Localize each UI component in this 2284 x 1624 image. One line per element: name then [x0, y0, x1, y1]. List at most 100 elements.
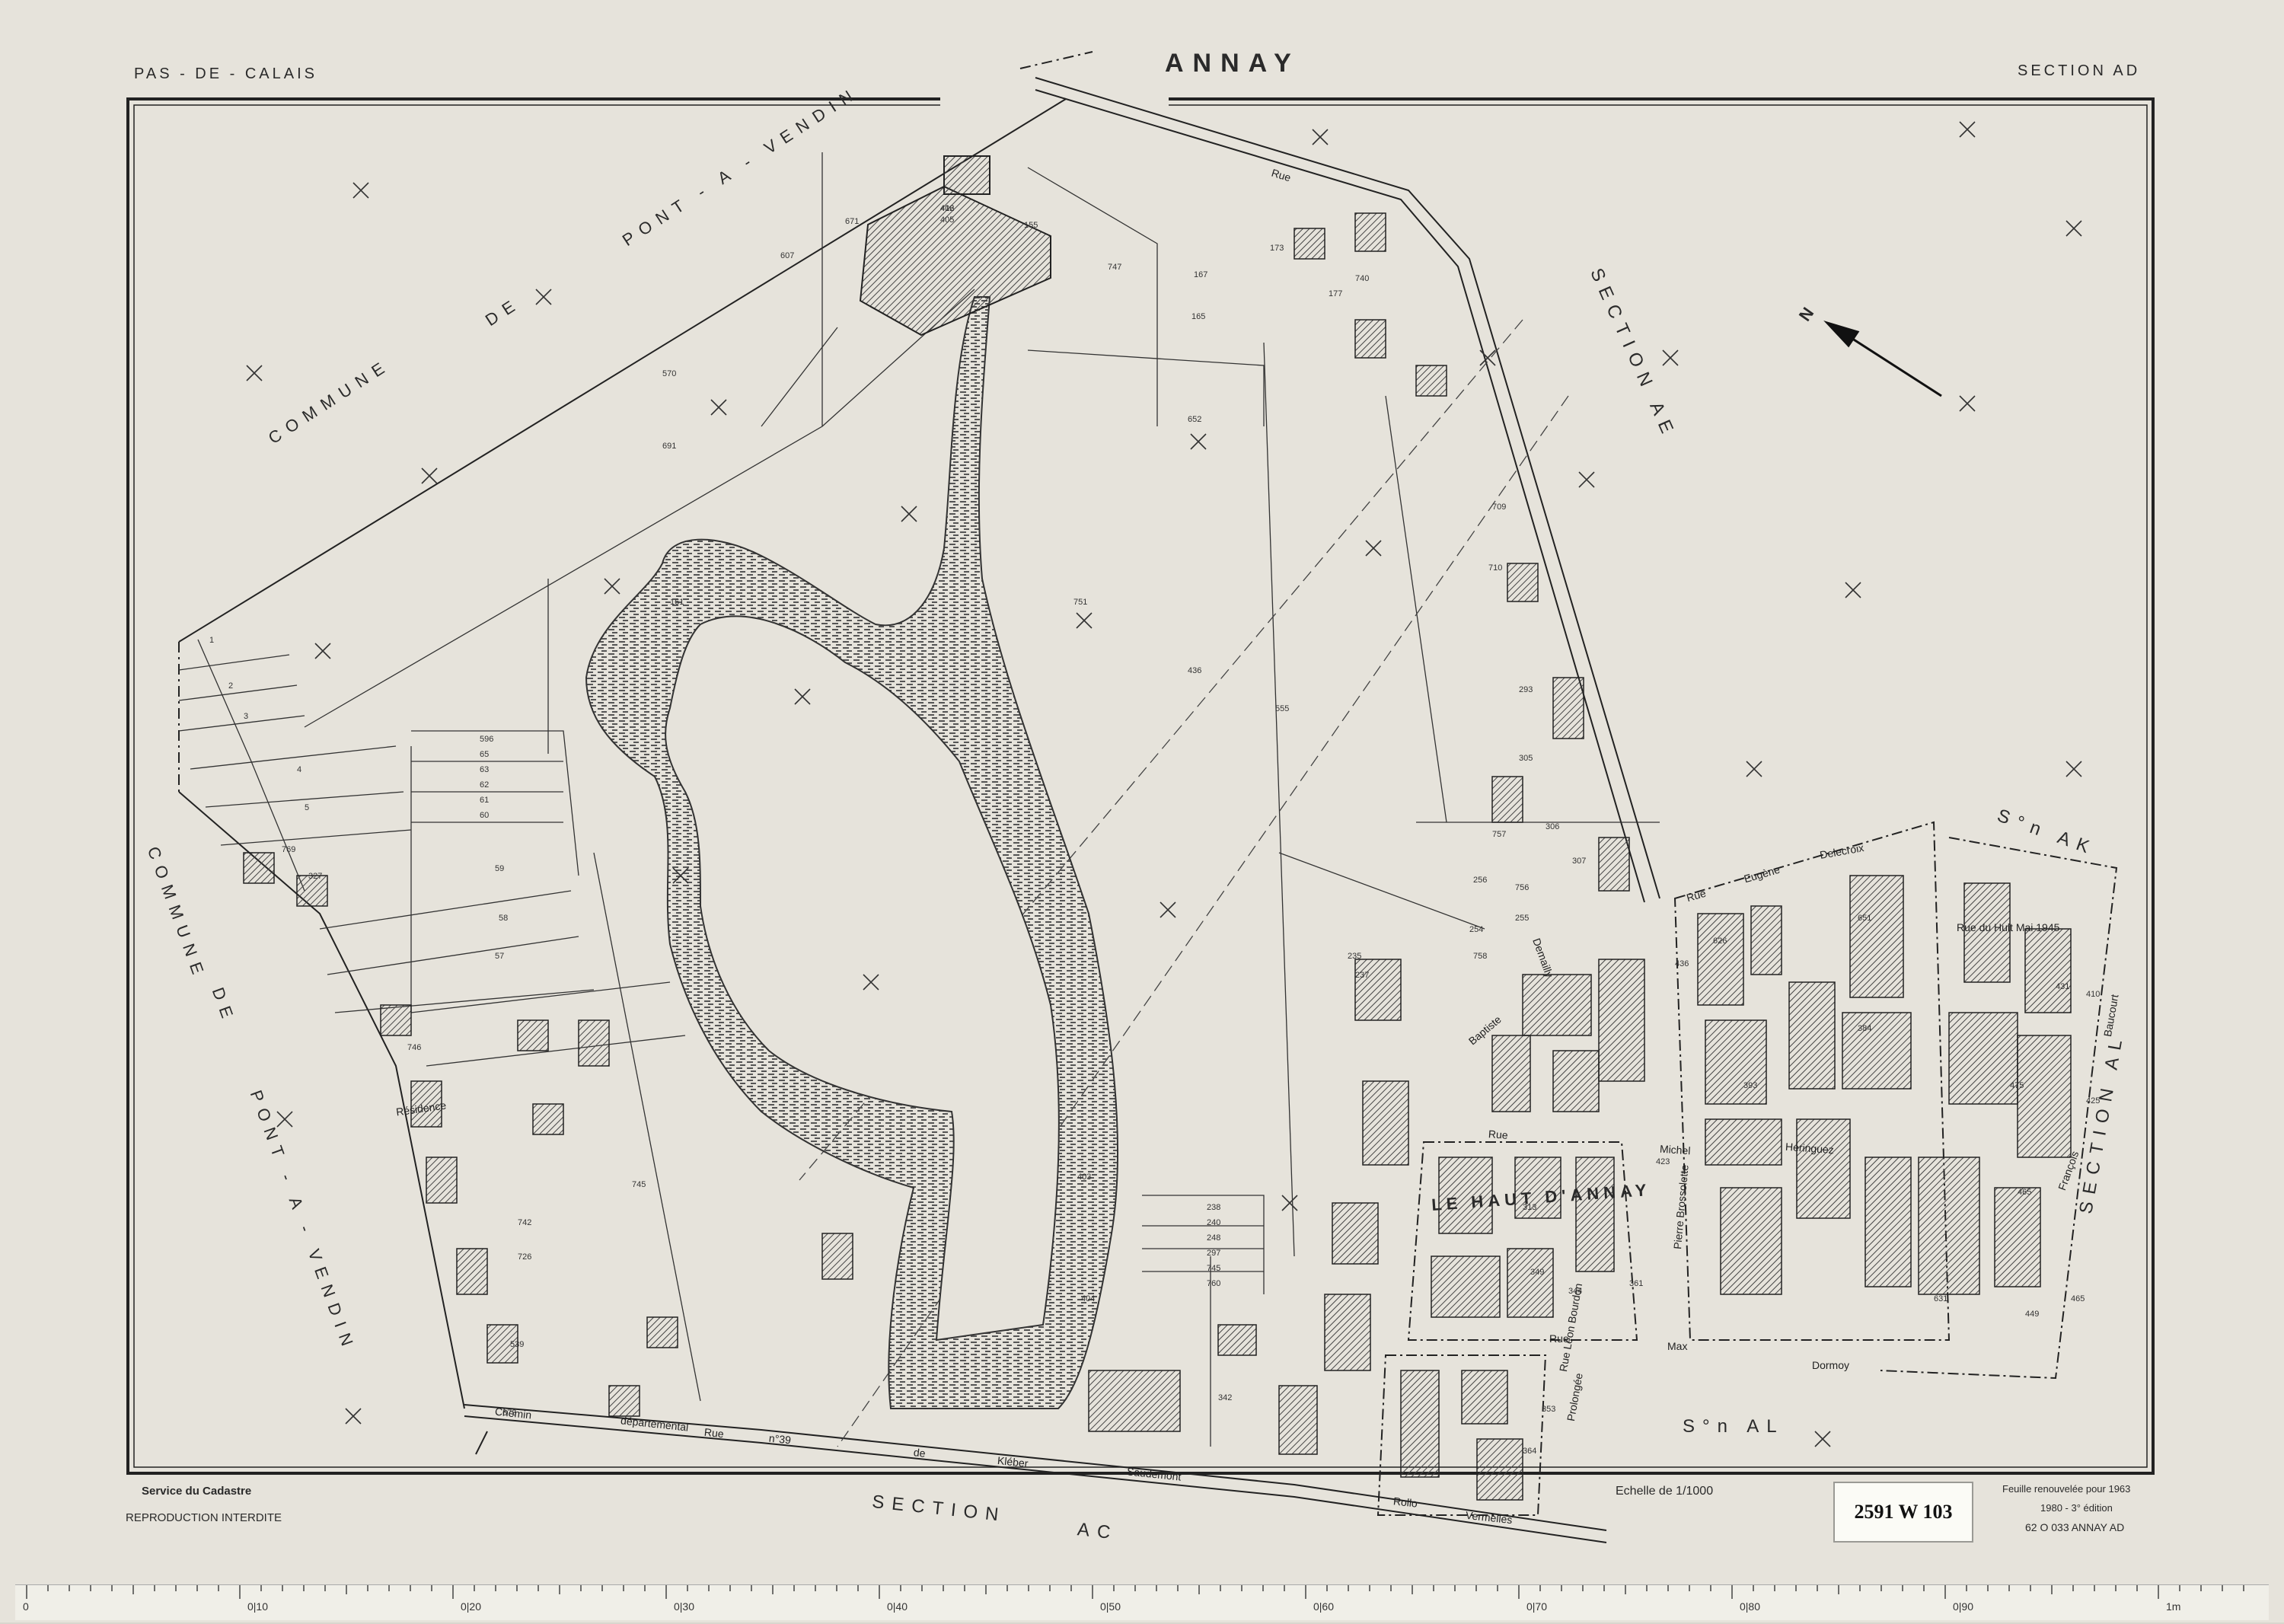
- parcel-number: 745: [632, 1180, 646, 1189]
- parcel-number: 652: [1188, 415, 1202, 424]
- parcel-number: 57: [495, 952, 505, 961]
- parcel-number: 62: [480, 780, 490, 790]
- ruler-label: 0|70: [1526, 1600, 1547, 1613]
- parcel-number: 745: [1207, 1264, 1221, 1273]
- street-rollo: Rollo: [1392, 1495, 1418, 1510]
- parcel-number: 403: [1077, 1173, 1092, 1182]
- parcel-number: 431: [2056, 982, 2070, 991]
- parcel-number: 596: [480, 735, 494, 744]
- parcel-number: 237: [1355, 971, 1370, 980]
- street-michel: Michel: [1659, 1142, 1691, 1157]
- parcel-number: 449: [2025, 1310, 2040, 1319]
- parcel-number: 465: [2071, 1294, 2085, 1303]
- parcel-number: 726: [518, 1252, 532, 1262]
- street-n39: n°39: [768, 1431, 792, 1447]
- parcel-number: 405: [940, 215, 955, 225]
- parcel-number: 410: [2086, 990, 2101, 999]
- ruler-label: 0|40: [887, 1600, 908, 1613]
- parcel-number: 342: [1218, 1393, 1233, 1402]
- street-dormoy: Dormoy: [1812, 1359, 1850, 1371]
- footer-edition-2: 1980 - 3° édition: [2040, 1502, 2113, 1514]
- parcel-number: 240: [1207, 1218, 1221, 1227]
- parcel-number: 758: [1473, 952, 1488, 961]
- parcel-number: 423: [1656, 1157, 1670, 1166]
- parcel-number: 412: [940, 204, 955, 213]
- parcel-number: 673: [502, 1409, 517, 1418]
- ruler-label: 0: [23, 1600, 29, 1613]
- parcel-number: 61: [480, 796, 490, 805]
- parcel-number: 4: [297, 765, 302, 774]
- parcel-number: 177: [1329, 289, 1343, 298]
- ruler-label: 0|30: [674, 1600, 694, 1613]
- parcel-number: 404: [1081, 1294, 1096, 1303]
- measuring-ruler: 0 0|10 0|20 0|30 0|40 0|50 0|60 0|70 0|8…: [15, 1584, 2269, 1620]
- parcel-number: 307: [1572, 857, 1587, 866]
- parcel-number: 384: [1858, 1024, 1872, 1033]
- parcel-number: 769: [282, 845, 296, 854]
- commune-title: ANNAY: [1165, 49, 1300, 78]
- ruler-label: 0|10: [247, 1600, 268, 1613]
- parcel-number: 254: [1469, 925, 1484, 934]
- parcel-number: 161: [670, 598, 684, 607]
- parcel-number: 60: [480, 811, 490, 820]
- parcel-number: 475: [2010, 1081, 2024, 1090]
- parcel-number: 691: [662, 442, 677, 451]
- parcel-number: 58: [499, 914, 509, 923]
- street-rue-michel: Rue: [1488, 1128, 1509, 1141]
- parcel-number: 344: [1568, 1287, 1583, 1296]
- parcel-number: 305: [1519, 754, 1533, 763]
- parcel-number: 709: [1492, 503, 1507, 512]
- parcel-number: 364: [1523, 1447, 1537, 1456]
- parcel-number: 465: [2018, 1188, 2032, 1197]
- parcel-number: 293: [1519, 685, 1533, 694]
- parcel-number: 555: [1275, 704, 1290, 713]
- parcel-number: 751: [1073, 598, 1088, 607]
- parcel-number: 539: [510, 1340, 525, 1349]
- parcel-number: 235: [1348, 952, 1362, 961]
- parcel-number: 248: [1207, 1233, 1221, 1243]
- parcel-number: 710: [1488, 563, 1503, 573]
- parcel-number: 59: [495, 864, 505, 873]
- parcel-number: 756: [1515, 883, 1530, 892]
- parcel-number: 740: [1355, 274, 1370, 283]
- north-arrow: [1823, 320, 1942, 397]
- parcel-number: 746: [407, 1043, 422, 1052]
- map-frame: [126, 97, 2155, 1475]
- parcel-number: 1: [209, 636, 215, 645]
- parcel-number: 626: [1713, 936, 1727, 946]
- parcel-number: 436: [1675, 959, 1689, 968]
- parcel-number: 256: [1473, 876, 1488, 885]
- cadastral-map: [126, 51, 2155, 1543]
- ruler-label: 0|80: [1740, 1600, 1760, 1613]
- parcel-number: 297: [1207, 1249, 1221, 1258]
- parcel-number: 570: [662, 369, 677, 378]
- parcel-number: 63: [480, 765, 490, 774]
- parcel-number: 167: [1194, 270, 1208, 279]
- parcel-number: 607: [780, 251, 795, 260]
- parcel-number: 742: [518, 1218, 532, 1227]
- cadastral-sheet: PAS - DE - CALAIS ANNAY SECTION AD COMMU…: [0, 0, 2284, 1622]
- parcel-number: 173: [1270, 244, 1284, 253]
- parcel-number: 349: [1530, 1268, 1545, 1277]
- footer-scale: Echelle de 1/1000: [1616, 1485, 1714, 1498]
- parcel-number: 671: [845, 217, 860, 226]
- parcel-number: 393: [1743, 1081, 1758, 1090]
- parcel-number: 760: [1207, 1279, 1221, 1288]
- parcel-number: 5: [305, 803, 310, 812]
- footer-edition-1: Feuille renouvelée pour 1963: [2002, 1483, 2131, 1495]
- parcel-number: 631: [1934, 1294, 1948, 1303]
- parcel-number: 353: [1542, 1405, 1556, 1414]
- street-de: de: [913, 1446, 927, 1460]
- parcel-number: 757: [1492, 830, 1507, 839]
- archive-stamp: 2591 W 103: [1833, 1482, 1973, 1543]
- ruler-ticks: [26, 1585, 2244, 1599]
- parcel-number: 2: [228, 681, 234, 691]
- parcel-number: 436: [1188, 666, 1202, 675]
- footer-service: Service du Cadastre: [142, 1485, 252, 1498]
- section-al-short-label: S°n AL: [1683, 1416, 1785, 1437]
- parcel-number: 747: [1108, 263, 1122, 272]
- ruler-label: 0|90: [1953, 1600, 1973, 1613]
- ruler-label: 0|60: [1313, 1600, 1334, 1613]
- section-ac-label-2: AC: [1076, 1519, 1119, 1544]
- street-huit-mai: Rue du Huit Mai 1945: [1957, 921, 2060, 933]
